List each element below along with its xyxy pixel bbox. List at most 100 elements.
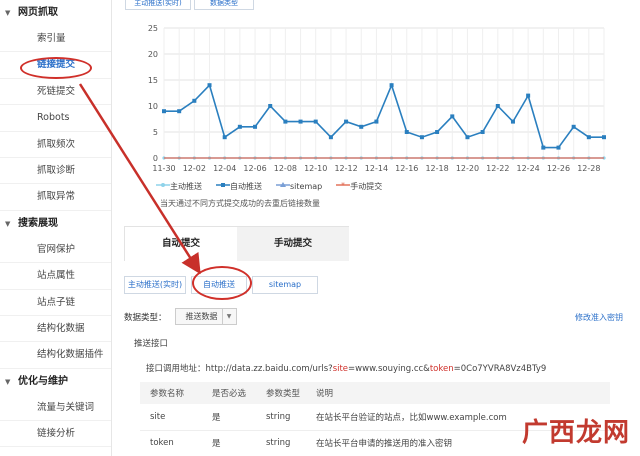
sidebar-item-site-attr[interactable]: 站点属性 [0,263,111,290]
column-header: 是否必选 [202,382,256,404]
y-tick-label: 15 [148,76,158,85]
data-type-value: 推送数据 [185,312,218,321]
data-point [283,119,288,124]
x-tick-label: 12-04 [213,164,236,173]
sidebar-item-structured-plugin[interactable]: 结构化数据插件 [0,342,111,369]
data-point [268,104,273,108]
highlight-oval-link-submit [20,57,92,79]
caret-down-icon: ▼ [5,377,11,386]
data-point [480,130,485,134]
sidebar-item-structured-data[interactable]: 结构化数据 [0,316,111,343]
api-url-line: 接口调用地址：http://data.zz.baidu.com/urls?sit… [146,362,546,374]
sidebar-section-search[interactable]: ▼ 搜索展现 [0,211,111,237]
y-tick-label: 25 [148,24,158,33]
data-point [374,119,379,124]
sidebar-item-index[interactable]: 索引量 [0,26,111,53]
y-tick-label: 10 [148,102,158,111]
x-tick-label: 12-14 [365,164,388,173]
api-url-site-key: site [332,364,349,374]
table-cell: site [140,404,202,431]
sidebar-item-crawl-frequency[interactable]: 抓取频次 [0,132,111,158]
sidebar-item-crawl-diagnose[interactable]: 抓取诊断 [0,158,111,185]
data-point [435,130,440,134]
modify-key-link[interactable]: 修改准入密钥 [575,312,623,323]
column-header: 参数类型 [256,382,306,404]
sidebar-section-title: 搜索展现 [18,217,58,229]
data-point [419,135,424,140]
sidebar-item-official-protect[interactable]: 官网保护 [0,237,111,264]
data-point [237,124,242,129]
y-tick-label: 0 [153,154,158,163]
sidebar-item-link-analysis[interactable]: 链接分析 [0,421,111,448]
data-point [556,145,561,150]
tab-auto-submit[interactable]: 自动提交 [125,227,237,261]
x-tick-label: 12-26 [547,164,570,173]
sidebar-item-crawl-error[interactable]: 抓取异常 [0,184,111,211]
x-tick-label: 12-28 [577,164,600,173]
legend-item-sitemap[interactable]: sitemap [276,181,322,192]
x-tick-label: 11-30 [152,164,175,173]
legend-item-manual-submit[interactable]: * 手动提交 [336,181,382,192]
data-point [510,119,515,124]
data-point [222,135,227,140]
data-point [404,130,409,134]
sidebar-section-crawl[interactable]: ▼ 网页抓取 [0,0,111,26]
x-tick-label: 12-02 [183,164,206,173]
y-tick-label: 20 [148,50,158,59]
sidebar-section-title: 网页抓取 [18,7,58,18]
x-tick-label: 12-08 [274,164,297,173]
api-url-label: 接口调用地址： [146,364,206,374]
sidebar-item-sitelinks[interactable]: 站点子链 [0,290,111,316]
x-tick-label: 12-06 [243,164,266,173]
sidebar-item-traffic-keywords[interactable]: 流量与关键词 [0,395,111,422]
legend-item-auto-push[interactable]: 自动推送 [216,181,262,192]
x-tick-label: 12-18 [425,164,448,173]
sidebar-item-robots[interactable]: Robots [0,105,111,132]
highlight-oval-auto-push [192,266,252,300]
data-point [495,104,500,108]
sidebar-item-deadlink[interactable]: 死链提交 [0,79,111,106]
data-point [344,119,349,124]
api-url-mid: =www.souying.cc& [348,364,430,374]
top-tab-data-type[interactable]: 数据类型 [194,0,254,10]
caret-down-icon: ▼ [5,219,11,228]
data-type-row: 数据类型： 推送数据 ▼ [124,308,237,325]
chevron-down-icon[interactable]: ▼ [221,309,236,324]
caret-down-icon: ▼ [5,9,11,17]
sidebar-section-optimize[interactable]: ▼ 优化与维护 [0,369,111,395]
api-url-prefix: http://data.zz.baidu.com/urls? [205,364,333,374]
data-point [298,119,303,124]
x-tick-label: 12-22 [486,164,509,173]
legend-label: 主动推送 [170,182,202,191]
data-point [177,109,182,114]
sidebar-section-title: 优化与维护 [18,375,68,387]
tab-manual-submit[interactable]: 手动提交 [237,227,349,261]
x-tick-label: 12-24 [517,164,540,173]
legend-label: 手动提交 [350,182,383,191]
data-point [526,93,531,98]
tab-sitemap[interactable]: sitemap [252,276,318,294]
submit-type-tabs: 自动提交 手动提交 [124,226,349,261]
data-point [389,83,394,88]
api-url-suffix: =0Co7YVRA8Vz4BTy9 [453,364,547,374]
data-point [586,135,591,140]
data-point [162,109,166,114]
series-line [164,82,604,149]
legend-label: sitemap [290,182,323,191]
table-cell: 是 [202,404,256,431]
legend-label: 自动推送 [230,182,262,191]
x-tick-label: 12-16 [395,164,418,173]
data-point [359,124,364,129]
table-header-row: 参数名称 是否必选 参数类型 说明 [140,382,610,404]
table-cell: 是 [202,430,256,456]
legend-item-active-push[interactable]: 主动推送 [156,181,202,192]
data-type-label: 数据类型： [124,312,167,323]
push-port-heading: 推送接口 [134,339,169,349]
top-tab-active-push[interactable]: 主动推送(实时) [125,0,191,10]
table-cell: string [256,430,306,456]
watermark-logo: 广西龙网 [522,418,631,448]
y-tick-label: 5 [153,128,158,137]
data-type-select[interactable]: 推送数据 ▼ [174,308,237,325]
table-cell: token [140,430,202,456]
tab-active-push[interactable]: 主动推送(实时) [124,276,186,294]
